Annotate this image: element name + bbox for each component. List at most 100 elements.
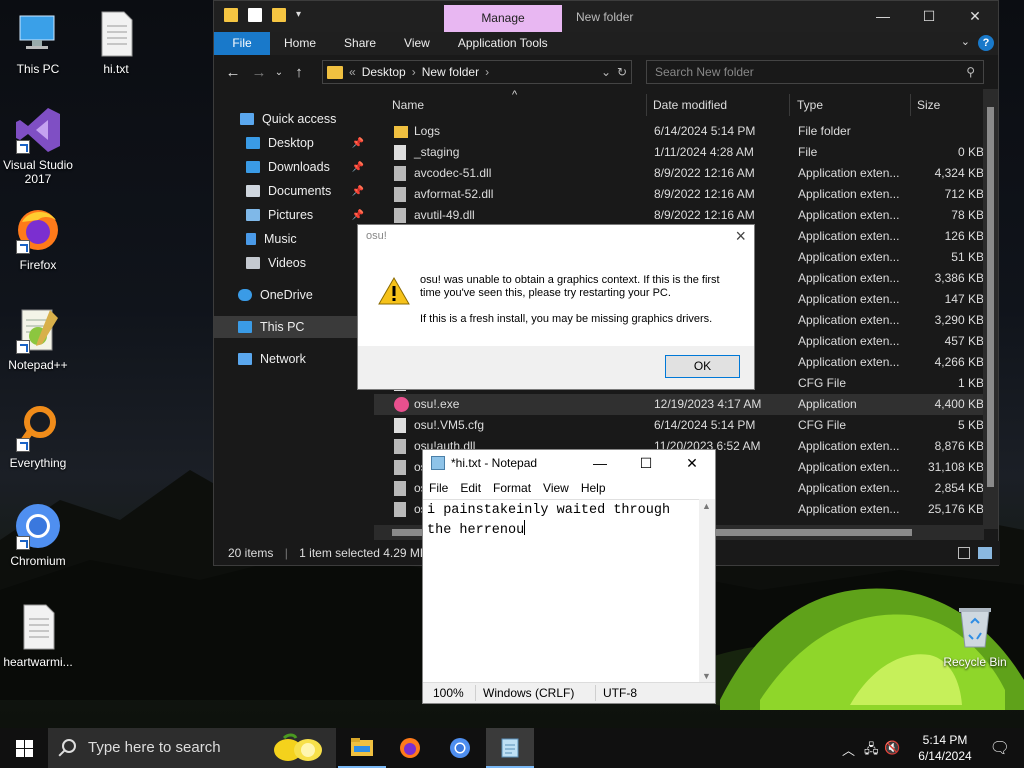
recent-locations-icon[interactable]: ⌄ <box>272 67 286 78</box>
desktop-icon-firefox[interactable]: Firefox <box>0 206 76 272</box>
nav-item-downloads[interactable]: Downloads 📌 <box>214 156 370 178</box>
file-row[interactable]: Logs 6/14/2024 5:14 PM File folder <box>374 121 984 142</box>
osu-error-dialog[interactable]: osu! × osu! was unable to obtain a graph… <box>357 224 755 390</box>
network-icon[interactable]: 🖧 <box>864 740 879 762</box>
taskbar-notepad[interactable] <box>486 728 534 768</box>
column-header-size[interactable]: Size <box>917 94 940 116</box>
taskbar-file-explorer[interactable] <box>338 728 386 768</box>
column-divider[interactable] <box>910 94 911 116</box>
file-row[interactable]: osu!.exe 12/19/2023 4:17 AM Application 4,4… <box>374 394 984 415</box>
desktop-icon-visual-studio[interactable]: Visual Studio 2017 <box>0 106 76 186</box>
column-header-type[interactable]: Type <box>797 94 823 116</box>
taskbar-search-box[interactable]: Type here to search <box>48 728 336 768</box>
column-divider[interactable] <box>646 94 647 116</box>
nav-item-videos[interactable]: Videos <box>214 252 370 274</box>
clock[interactable]: 5:14 PM 6/14/2024 <box>910 732 980 764</box>
ribbon-expand-icon[interactable]: ⌄ <box>961 35 970 48</box>
volume-muted-icon[interactable]: 🔇 <box>884 740 900 756</box>
show-hidden-icons-chevron-icon[interactable]: ︿ <box>842 740 855 759</box>
pin-icon[interactable]: 📌 <box>352 162 364 173</box>
breadcrumb-new-folder[interactable]: New folder <box>422 65 479 79</box>
tab-application-tools[interactable]: Application Tools <box>444 32 562 55</box>
vertical-scrollbar[interactable]: ▲ ▼ <box>699 499 715 683</box>
menu-view[interactable]: View <box>543 481 569 495</box>
file-type: Application exten... <box>798 229 900 243</box>
navigation-pane[interactable]: Quick access Desktop 📌 Downloads 📌 Docum… <box>214 90 372 542</box>
maximize-button[interactable]: ☐ <box>623 450 669 477</box>
notepad-window[interactable]: *hi.txt - Notepad — ☐ ✕ File Edit Format… <box>422 449 716 704</box>
taskbar-chromium[interactable] <box>436 728 484 768</box>
ok-button[interactable]: OK <box>665 355 740 378</box>
menu-edit[interactable]: Edit <box>460 481 481 495</box>
column-header-date[interactable]: Date modified <box>653 94 727 116</box>
dialog-title-bar[interactable]: osu! × <box>358 225 754 249</box>
scroll-up-icon[interactable]: ▲ <box>702 501 711 511</box>
desktop-icon-hi-txt[interactable]: hi.txt <box>78 10 154 76</box>
maximize-button[interactable]: ☐ <box>906 1 952 32</box>
address-bar[interactable]: « Desktop › New folder › ⌄ ↻ <box>322 60 632 84</box>
nav-item-pictures[interactable]: Pictures 📌 <box>214 204 370 226</box>
line-ending: Windows (CRLF) <box>483 686 575 700</box>
file-row[interactable]: avformat-52.dll 8/9/2022 12:16 AM Applicat… <box>374 184 984 205</box>
close-icon[interactable]: × <box>735 226 746 247</box>
forward-button[interactable]: → <box>246 64 272 81</box>
scrollbar-thumb[interactable] <box>987 107 994 487</box>
file-row[interactable]: avutil-49.dll 8/9/2022 12:16 AM Applicatio… <box>374 205 984 226</box>
explorer-title-bar[interactable]: ▾ Manage New folder — ☐ ✕ <box>214 1 998 32</box>
nav-item-desktop[interactable]: Desktop 📌 <box>214 132 370 154</box>
scroll-down-icon[interactable]: ▼ <box>702 671 711 681</box>
nav-item-music[interactable]: Music <box>214 228 370 250</box>
file-row[interactable]: avcodec-51.dll 8/9/2022 12:16 AM Applicati… <box>374 163 984 184</box>
desktop-icon-heartwarming-txt[interactable]: heartwarmi... <box>0 603 76 669</box>
properties-icon[interactable] <box>248 8 262 22</box>
tab-file[interactable]: File <box>214 32 270 55</box>
back-button[interactable]: ← <box>220 64 246 81</box>
nav-item-network[interactable]: Network <box>214 348 370 370</box>
pin-icon[interactable]: 📌 <box>352 186 364 197</box>
menu-file[interactable]: File <box>429 481 448 495</box>
tab-view[interactable]: View <box>390 32 444 55</box>
notepad-title-bar[interactable]: *hi.txt - Notepad — ☐ ✕ <box>423 450 715 477</box>
desktop-icon-notepad-plus-plus[interactable]: Notepad++ <box>0 306 76 372</box>
menu-format[interactable]: Format <box>493 481 531 495</box>
desktop-icon-recycle-bin[interactable]: Recycle Bin <box>937 603 1013 669</box>
pin-icon[interactable]: 📌 <box>352 210 364 221</box>
notifications-icon[interactable]: 🗨 <box>990 738 1010 758</box>
details-view-icon[interactable] <box>958 547 970 559</box>
tab-home[interactable]: Home <box>270 32 330 55</box>
file-type: Application exten... <box>798 271 900 285</box>
menu-help[interactable]: Help <box>581 481 606 495</box>
taskbar-firefox[interactable] <box>386 728 434 768</box>
column-header-name[interactable]: Name <box>392 94 424 116</box>
customize-toolbar-icon[interactable]: ▾ <box>296 8 301 22</box>
pin-icon[interactable]: 📌 <box>352 138 364 149</box>
notepad-text-area[interactable]: i painstakeinly waited through the herre… <box>423 499 701 683</box>
start-button[interactable] <box>0 728 48 768</box>
desktop-icon-everything[interactable]: Everything <box>0 404 76 470</box>
desktop-icon-this-pc[interactable]: This PC <box>0 10 76 76</box>
address-dropdown-icon[interactable]: ⌄ <box>601 65 611 79</box>
new-folder-icon[interactable] <box>272 8 286 22</box>
column-divider[interactable] <box>789 94 790 116</box>
file-row[interactable]: osu!.VM5.cfg 6/14/2024 5:14 PM CFG File 5 K… <box>374 415 984 436</box>
minimize-button[interactable]: — <box>860 1 906 32</box>
help-icon[interactable]: ? <box>978 35 994 51</box>
nav-item-quick-access[interactable]: Quick access <box>214 108 370 130</box>
nav-item-onedrive[interactable]: OneDrive <box>214 284 370 306</box>
folder-icon[interactable] <box>224 8 238 22</box>
nav-item-this-pc[interactable]: This PC <box>214 316 370 338</box>
refresh-icon[interactable]: ↻ <box>617 65 627 79</box>
close-button[interactable]: ✕ <box>669 450 715 477</box>
desktop-icon-chromium[interactable]: Chromium <box>0 502 76 568</box>
search-input[interactable]: Search New folder ⚲ <box>646 60 984 84</box>
vertical-scrollbar[interactable] <box>983 89 998 529</box>
breadcrumb-desktop[interactable]: Desktop <box>362 65 406 79</box>
up-button[interactable]: ↑ <box>286 64 312 81</box>
minimize-button[interactable]: — <box>577 450 623 477</box>
close-button[interactable]: ✕ <box>952 1 998 32</box>
nav-item-documents[interactable]: Documents 📌 <box>214 180 370 202</box>
large-icons-view-icon[interactable] <box>978 547 992 559</box>
tab-share[interactable]: Share <box>330 32 390 55</box>
manage-tab[interactable]: Manage <box>444 5 562 32</box>
file-row[interactable]: _staging 1/11/2024 4:28 AM File 0 KB <box>374 142 984 163</box>
